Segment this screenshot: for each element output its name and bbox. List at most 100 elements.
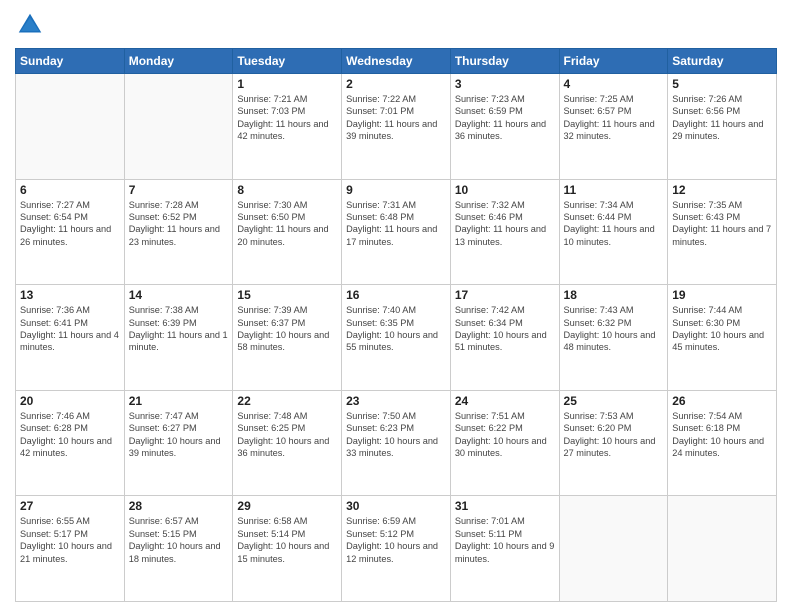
day-number: 13 [20, 288, 120, 302]
day-number: 8 [237, 183, 337, 197]
day-info: Sunrise: 7:46 AM Sunset: 6:28 PM Dayligh… [20, 410, 120, 460]
day-number: 21 [129, 394, 229, 408]
day-info: Sunrise: 7:26 AM Sunset: 6:56 PM Dayligh… [672, 93, 772, 143]
day-info: Sunrise: 6:55 AM Sunset: 5:17 PM Dayligh… [20, 515, 120, 565]
col-saturday: Saturday [668, 49, 777, 74]
header [15, 10, 777, 40]
day-info: Sunrise: 7:44 AM Sunset: 6:30 PM Dayligh… [672, 304, 772, 354]
table-row [16, 74, 125, 180]
day-info: Sunrise: 7:36 AM Sunset: 6:41 PM Dayligh… [20, 304, 120, 354]
day-number: 27 [20, 499, 120, 513]
calendar-table: Sunday Monday Tuesday Wednesday Thursday… [15, 48, 777, 602]
day-number: 17 [455, 288, 555, 302]
day-number: 12 [672, 183, 772, 197]
calendar-week-row: 13 Sunrise: 7:36 AM Sunset: 6:41 PM Dayli… [16, 285, 777, 391]
table-row [668, 496, 777, 602]
day-info: Sunrise: 7:50 AM Sunset: 6:23 PM Dayligh… [346, 410, 446, 460]
table-row: 15 Sunrise: 7:39 AM Sunset: 6:37 PM Dayli… [233, 285, 342, 391]
table-row: 2 Sunrise: 7:22 AM Sunset: 7:01 PM Daylig… [342, 74, 451, 180]
day-info: Sunrise: 6:57 AM Sunset: 5:15 PM Dayligh… [129, 515, 229, 565]
day-info: Sunrise: 7:53 AM Sunset: 6:20 PM Dayligh… [564, 410, 664, 460]
table-row: 19 Sunrise: 7:44 AM Sunset: 6:30 PM Dayli… [668, 285, 777, 391]
day-info: Sunrise: 7:38 AM Sunset: 6:39 PM Dayligh… [129, 304, 229, 354]
table-row: 5Sunrise: 7:26 AM Sunset: 6:56 PM Daylig… [668, 74, 777, 180]
day-number: 11 [564, 183, 664, 197]
day-number: 20 [20, 394, 120, 408]
col-wednesday: Wednesday [342, 49, 451, 74]
table-row: 7 Sunrise: 7:28 AM Sunset: 6:52 PM Daylig… [124, 179, 233, 285]
calendar-week-row: 6 Sunrise: 7:27 AM Sunset: 6:54 PM Daylig… [16, 179, 777, 285]
table-row: 13 Sunrise: 7:36 AM Sunset: 6:41 PM Dayli… [16, 285, 125, 391]
table-row: 23 Sunrise: 7:50 AM Sunset: 6:23 PM Dayli… [342, 390, 451, 496]
day-number: 6 [20, 183, 120, 197]
day-number: 14 [129, 288, 229, 302]
table-row: 18Sunrise: 7:43 AM Sunset: 6:32 PM Dayli… [559, 285, 668, 391]
table-row: 1 Sunrise: 7:21 AM Sunset: 7:03 PM Daylig… [233, 74, 342, 180]
day-number: 19 [672, 288, 772, 302]
day-info: Sunrise: 7:22 AM Sunset: 7:01 PM Dayligh… [346, 93, 446, 143]
day-info: Sunrise: 7:32 AM Sunset: 6:46 PM Dayligh… [455, 199, 555, 249]
day-info: Sunrise: 7:47 AM Sunset: 6:27 PM Dayligh… [129, 410, 229, 460]
table-row: 28 Sunrise: 6:57 AM Sunset: 5:15 PM Dayli… [124, 496, 233, 602]
day-number: 24 [455, 394, 555, 408]
day-info: Sunrise: 7:30 AM Sunset: 6:50 PM Dayligh… [237, 199, 337, 249]
day-info: Sunrise: 7:01 AM Sunset: 5:11 PM Dayligh… [455, 515, 555, 565]
table-row: 8 Sunrise: 7:30 AM Sunset: 6:50 PM Daylig… [233, 179, 342, 285]
day-number: 22 [237, 394, 337, 408]
day-number: 23 [346, 394, 446, 408]
day-info: Sunrise: 7:28 AM Sunset: 6:52 PM Dayligh… [129, 199, 229, 249]
logo [15, 10, 49, 40]
day-info: Sunrise: 7:21 AM Sunset: 7:03 PM Dayligh… [237, 93, 337, 143]
table-row: 4 Sunrise: 7:25 AM Sunset: 6:57 PM Daylig… [559, 74, 668, 180]
table-row: 11 Sunrise: 7:34 AM Sunset: 6:44 PM Dayli… [559, 179, 668, 285]
calendar-week-row: 20 Sunrise: 7:46 AM Sunset: 6:28 PM Dayli… [16, 390, 777, 496]
logo-icon [15, 10, 45, 40]
day-number: 28 [129, 499, 229, 513]
table-row: 21 Sunrise: 7:47 AM Sunset: 6:27 PM Dayli… [124, 390, 233, 496]
table-row: 27 Sunrise: 6:55 AM Sunset: 5:17 PM Dayli… [16, 496, 125, 602]
col-tuesday: Tuesday [233, 49, 342, 74]
day-info: Sunrise: 7:40 AM Sunset: 6:35 PM Dayligh… [346, 304, 446, 354]
day-info: Sunrise: 7:27 AM Sunset: 6:54 PM Dayligh… [20, 199, 120, 249]
col-sunday: Sunday [16, 49, 125, 74]
day-number: 16 [346, 288, 446, 302]
table-row: 25Sunrise: 7:53 AM Sunset: 6:20 PM Dayli… [559, 390, 668, 496]
table-row: 10Sunrise: 7:32 AM Sunset: 6:46 PM Dayli… [450, 179, 559, 285]
col-thursday: Thursday [450, 49, 559, 74]
table-row: 17 Sunrise: 7:42 AM Sunset: 6:34 PM Dayli… [450, 285, 559, 391]
table-row [559, 496, 668, 602]
day-info: Sunrise: 7:48 AM Sunset: 6:25 PM Dayligh… [237, 410, 337, 460]
day-info: Sunrise: 7:31 AM Sunset: 6:48 PM Dayligh… [346, 199, 446, 249]
col-monday: Monday [124, 49, 233, 74]
day-info: Sunrise: 7:39 AM Sunset: 6:37 PM Dayligh… [237, 304, 337, 354]
day-info: Sunrise: 7:34 AM Sunset: 6:44 PM Dayligh… [564, 199, 664, 249]
table-row: 20 Sunrise: 7:46 AM Sunset: 6:28 PM Dayli… [16, 390, 125, 496]
table-row: 6 Sunrise: 7:27 AM Sunset: 6:54 PM Daylig… [16, 179, 125, 285]
day-info: Sunrise: 7:35 AM Sunset: 6:43 PM Dayligh… [672, 199, 772, 249]
col-friday: Friday [559, 49, 668, 74]
table-row: 14 Sunrise: 7:38 AM Sunset: 6:39 PM Dayli… [124, 285, 233, 391]
day-info: Sunrise: 6:59 AM Sunset: 5:12 PM Dayligh… [346, 515, 446, 565]
day-info: Sunrise: 7:25 AM Sunset: 6:57 PM Dayligh… [564, 93, 664, 143]
calendar-week-row: 1 Sunrise: 7:21 AM Sunset: 7:03 PM Daylig… [16, 74, 777, 180]
day-info: Sunrise: 7:42 AM Sunset: 6:34 PM Dayligh… [455, 304, 555, 354]
table-row: 30 Sunrise: 6:59 AM Sunset: 5:12 PM Dayli… [342, 496, 451, 602]
day-number: 4 [564, 77, 664, 91]
day-number: 15 [237, 288, 337, 302]
calendar-week-row: 27 Sunrise: 6:55 AM Sunset: 5:17 PM Dayli… [16, 496, 777, 602]
table-row: 3Sunrise: 7:23 AM Sunset: 6:59 PM Daylig… [450, 74, 559, 180]
day-number: 7 [129, 183, 229, 197]
day-number: 30 [346, 499, 446, 513]
day-number: 9 [346, 183, 446, 197]
day-number: 1 [237, 77, 337, 91]
table-row: 24Sunrise: 7:51 AM Sunset: 6:22 PM Dayli… [450, 390, 559, 496]
day-number: 18 [564, 288, 664, 302]
day-number: 2 [346, 77, 446, 91]
day-number: 26 [672, 394, 772, 408]
table-row: 9 Sunrise: 7:31 AM Sunset: 6:48 PM Daylig… [342, 179, 451, 285]
page: Sunday Monday Tuesday Wednesday Thursday… [0, 0, 792, 612]
day-info: Sunrise: 7:54 AM Sunset: 6:18 PM Dayligh… [672, 410, 772, 460]
table-row: 12 Sunrise: 7:35 AM Sunset: 6:43 PM Dayli… [668, 179, 777, 285]
table-row: 29Sunrise: 6:58 AM Sunset: 5:14 PM Dayli… [233, 496, 342, 602]
day-info: Sunrise: 7:23 AM Sunset: 6:59 PM Dayligh… [455, 93, 555, 143]
